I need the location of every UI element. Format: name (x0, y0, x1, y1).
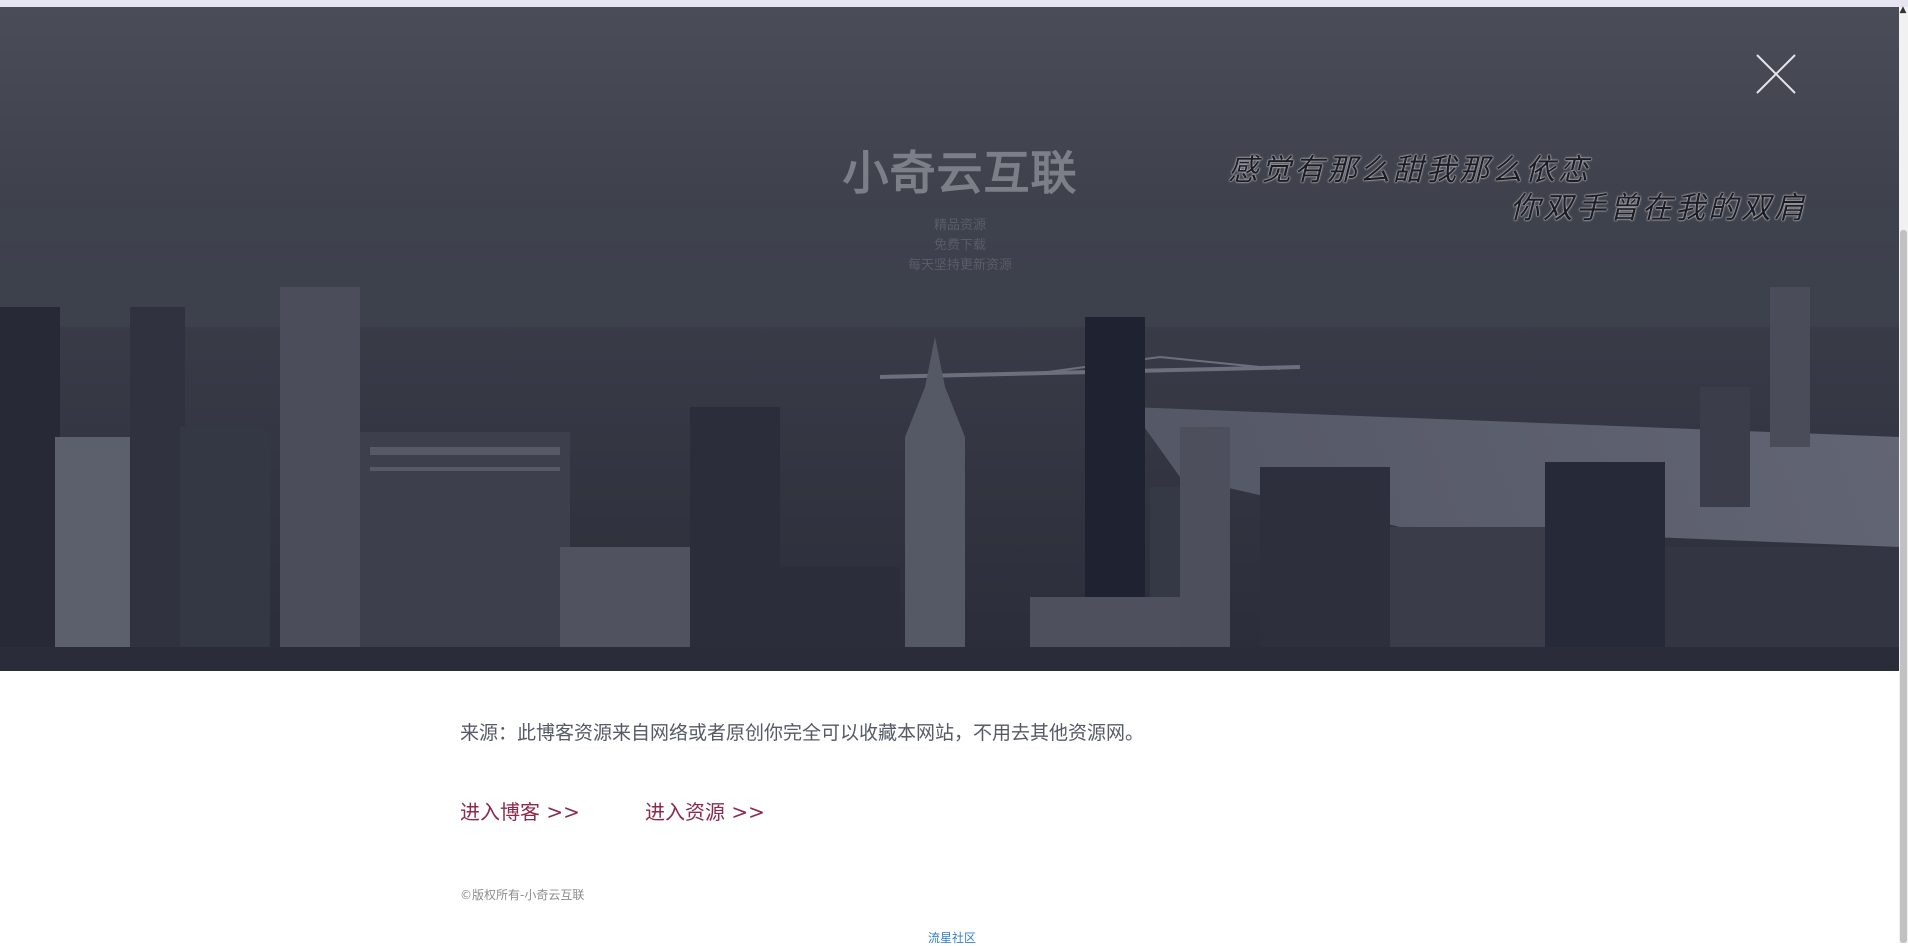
lyric-line-2: 你双手曾在我的双肩 (1510, 191, 1807, 226)
copyright-text: ©版权所有-小奇云互联 (460, 888, 585, 902)
tagline-3: 每天坚持更新资源 (907, 258, 1012, 273)
scrollbar-thumb[interactable] (1900, 230, 1907, 943)
browser-top-strip (0, 0, 1908, 7)
community-link[interactable]: 流星社区 (928, 929, 976, 946)
close-icon (1756, 54, 1796, 94)
enter-resource-link[interactable]: 进入资源 >> (645, 796, 765, 825)
enter-blog-link[interactable]: 进入博客 >> (460, 796, 580, 825)
hero-banner: 小奇云互联 精品资源 免费下载 每天坚持更新资源 感觉有那么甜我那么依恋 你双手… (0, 7, 1899, 671)
source-description: 来源：此博客资源来自网络或者原创你完全可以收藏本网站，不用去其他资源网。 (460, 722, 1145, 744)
city-skyline-background (0, 7, 1899, 671)
site-title: 小奇云互联 (842, 146, 1078, 200)
close-button[interactable] (1754, 52, 1798, 96)
tagline-1: 精品资源 (933, 218, 986, 233)
scroll-up-arrow-icon[interactable]: ▲ (1898, 5, 1908, 15)
tagline-2: 免费下载 (933, 238, 986, 253)
